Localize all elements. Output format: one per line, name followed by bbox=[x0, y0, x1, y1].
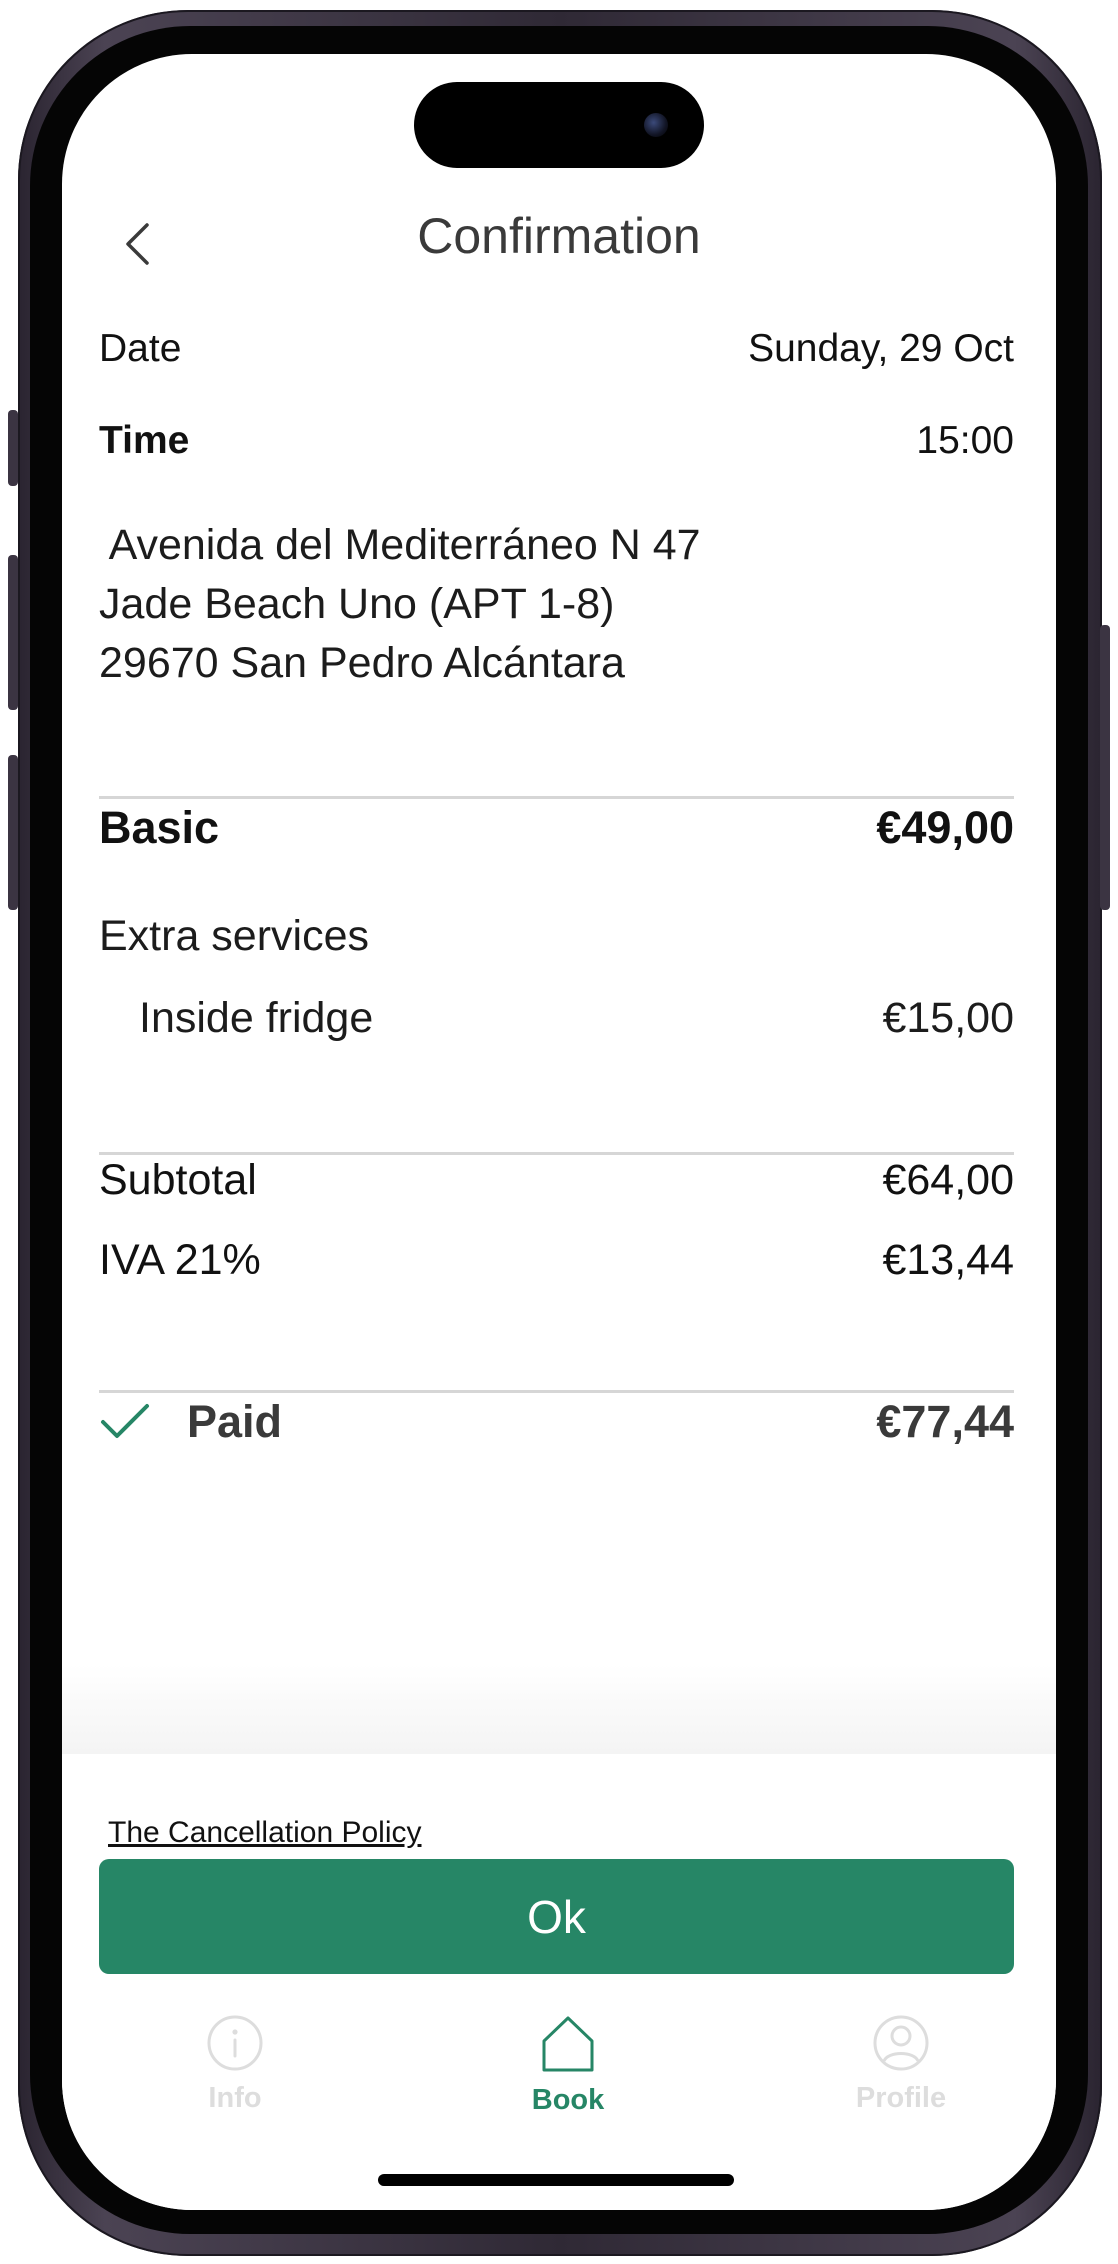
paid-total: €77,44 bbox=[876, 1396, 1014, 1447]
volume-down-button bbox=[8, 755, 18, 910]
date-value: Sunday, 29 Oct bbox=[748, 327, 1014, 370]
subtotal-value: €64,00 bbox=[882, 1156, 1014, 1204]
basic-price: €49,00 bbox=[876, 802, 1014, 853]
iva-label: IVA 21% bbox=[99, 1236, 261, 1284]
screen: Confirmation Date Sunday, 29 Oct Time 15… bbox=[62, 54, 1056, 2210]
basic-label: Basic bbox=[99, 802, 220, 853]
tab-profile[interactable]: Profile bbox=[791, 2014, 1011, 2115]
cancellation-policy-link[interactable]: The Cancellation Policy bbox=[108, 1816, 422, 1850]
action-button bbox=[8, 410, 18, 486]
page-title: Confirmation bbox=[417, 208, 701, 264]
extra-service-row: Inside fridge €15,00 bbox=[99, 994, 1014, 1043]
power-button bbox=[1100, 625, 1110, 910]
ok-button[interactable]: Ok bbox=[99, 1859, 1014, 1974]
tab-info[interactable]: Info bbox=[125, 2014, 345, 2115]
divider bbox=[99, 796, 1014, 799]
paid-row: Paid €77,44 bbox=[99, 1396, 1014, 1448]
dynamic-island bbox=[414, 82, 704, 168]
subtotal-label: Subtotal bbox=[99, 1156, 257, 1204]
iva-value: €13,44 bbox=[882, 1236, 1014, 1284]
tab-book[interactable]: Book bbox=[458, 2014, 678, 2117]
tab-book-label: Book bbox=[531, 2084, 605, 2116]
info-icon bbox=[207, 2015, 263, 2071]
paid-status: Paid bbox=[99, 1396, 282, 1448]
paid-label: Paid bbox=[187, 1396, 283, 1447]
tab-profile-label: Profile bbox=[855, 2082, 947, 2114]
checkmark-icon bbox=[101, 1404, 149, 1438]
date-row: Date Sunday, 29 Oct bbox=[99, 327, 1014, 371]
address: Avenida del Mediterráneo N 47 Jade Beach… bbox=[99, 521, 701, 687]
volume-up-button bbox=[8, 555, 18, 710]
tab-bar: Info Book Profile bbox=[62, 2014, 1056, 2144]
scroll-fade bbox=[62, 1664, 1056, 1754]
basic-row: Basic €49,00 bbox=[99, 802, 1014, 854]
profile-icon bbox=[873, 2015, 929, 2071]
time-row: Time 15:00 bbox=[99, 419, 1014, 463]
home-indicator[interactable] bbox=[378, 2174, 734, 2186]
extra-service-label: Inside fridge bbox=[139, 994, 374, 1042]
home-icon bbox=[542, 2016, 594, 2072]
tab-info-label: Info bbox=[208, 2082, 262, 2114]
iva-row: IVA 21% €13,44 bbox=[99, 1236, 1014, 1285]
divider bbox=[99, 1390, 1014, 1393]
date-label: Date bbox=[99, 327, 182, 370]
divider bbox=[99, 1152, 1014, 1155]
time-value: 15:00 bbox=[916, 419, 1014, 462]
extra-services-title: Extra services bbox=[99, 912, 370, 960]
subtotal-row: Subtotal €64,00 bbox=[99, 1156, 1014, 1205]
camera-icon bbox=[644, 113, 668, 137]
time-label: Time bbox=[99, 419, 190, 462]
extra-service-price: €15,00 bbox=[882, 994, 1014, 1042]
